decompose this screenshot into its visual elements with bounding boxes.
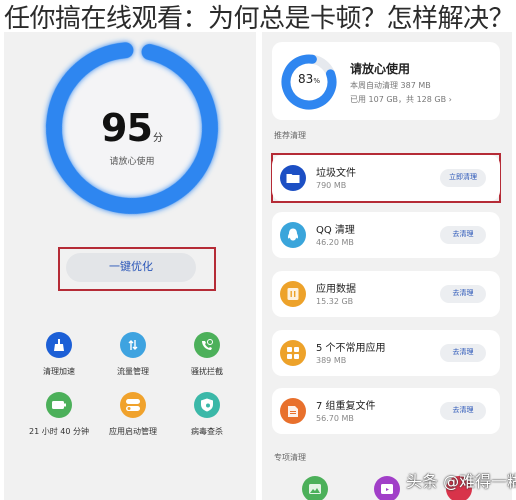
weekly-clean-text: 本周自动清理 387 MB	[350, 81, 431, 90]
item-size: 46.20 MB	[316, 238, 354, 247]
tool-label: 清理加速	[43, 367, 75, 376]
tool-spam-block[interactable]: 骚扰拦截	[170, 332, 244, 377]
score-display: 95分	[40, 106, 224, 150]
watermark: 头条 @难得一糊	[406, 472, 516, 491]
tool-label: 流量管理	[117, 367, 149, 376]
tool-data-management[interactable]: 流量管理	[96, 332, 170, 377]
item-name: 5 个不常用应用	[316, 343, 386, 354]
item-size: 56.70 MB	[316, 414, 354, 423]
storage-percent-value: 83	[298, 72, 314, 86]
tool-app-launch[interactable]: 应用启动管理	[96, 392, 170, 437]
clean-item-app-data[interactable]: 应用数据 15.32 GB 去清理	[272, 271, 500, 317]
item-size: 790 MB	[316, 181, 347, 190]
one-click-optimize-button[interactable]: 一键优化	[66, 253, 196, 282]
toggle-icon	[120, 392, 146, 418]
storage-usage-line[interactable]: 已用 107 GB，共 128 GB ›	[350, 94, 452, 105]
storage-percent: 83%	[280, 72, 338, 86]
item-size: 15.32 GB	[316, 297, 354, 306]
clean-item-junk[interactable]: 垃圾文件 790 MB 立即清理	[272, 155, 500, 201]
clean-now-button[interactable]: 立即清理	[440, 169, 486, 187]
item-name: 7 组重复文件	[316, 401, 376, 412]
headline: 任你搞在线观看：为何总是卡顿？怎样解决？	[4, 4, 515, 34]
duplicate-file-icon	[280, 398, 306, 424]
storage-cleaner-panel: 83% 请放心使用 本周自动清理 387 MB 已用 107 GB，共 128 …	[262, 32, 512, 500]
tool-label: 病毒查杀	[191, 427, 223, 436]
item-name: 垃圾文件	[316, 168, 356, 179]
go-clean-button[interactable]: 去清理	[440, 344, 486, 362]
broom-icon	[46, 332, 72, 358]
item-name: QQ 清理	[316, 225, 355, 236]
clean-item-unused-apps[interactable]: 5 个不常用应用 389 MB 去清理	[272, 330, 500, 376]
item-size: 389 MB	[316, 356, 347, 365]
app-data-icon	[280, 281, 306, 307]
clean-item-qq[interactable]: QQ 清理 46.20 MB 去清理	[272, 212, 500, 258]
tool-label: 骚扰拦截	[191, 367, 223, 376]
go-clean-button[interactable]: 去清理	[440, 285, 486, 303]
storage-title: 请放心使用	[350, 62, 411, 76]
image-icon[interactable]	[302, 476, 328, 500]
shield-scan-icon	[194, 392, 220, 418]
go-clean-button[interactable]: 去清理	[440, 402, 486, 420]
recommended-section-label: 推荐清理	[274, 131, 306, 140]
score-caption: 请放心使用	[109, 157, 155, 167]
tool-label: 21 小时 40 分钟	[29, 427, 89, 436]
apps-grid-icon	[280, 340, 306, 366]
item-name: 应用数据	[316, 284, 356, 295]
tool-clean-speed[interactable]: 清理加速	[22, 332, 96, 377]
tool-virus-scan[interactable]: 病毒查杀	[170, 392, 244, 437]
clean-item-duplicate-files[interactable]: 7 组重复文件 56.70 MB 去清理	[272, 388, 500, 434]
score-unit: 分	[152, 133, 163, 144]
battery-icon	[46, 392, 72, 418]
phone-manager-panel: 95分 请放心使用 一键优化 清理加速 流量管理 骚扰拦截 21 小时 40 分…	[4, 32, 256, 500]
chevron-right-icon: ›	[448, 95, 452, 104]
storage-usage-text: 已用 107 GB，共 128 GB	[350, 95, 447, 104]
qq-icon	[280, 222, 306, 248]
score-gauge: 95分 请放心使用	[40, 36, 224, 220]
score-value: 95	[101, 106, 153, 150]
storage-percent-unit: %	[313, 77, 320, 85]
special-section-label: 专项清理	[274, 453, 306, 462]
folder-icon	[280, 165, 306, 191]
storage-summary-card[interactable]: 83% 请放心使用 本周自动清理 387 MB 已用 107 GB，共 128 …	[272, 42, 500, 120]
phone-block-icon	[194, 332, 220, 358]
video-icon[interactable]	[374, 476, 400, 500]
tool-battery[interactable]: 21 小时 40 分钟	[22, 392, 96, 437]
data-arrows-icon	[120, 332, 146, 358]
tool-label: 应用启动管理	[109, 427, 157, 436]
go-clean-button[interactable]: 去清理	[440, 226, 486, 244]
